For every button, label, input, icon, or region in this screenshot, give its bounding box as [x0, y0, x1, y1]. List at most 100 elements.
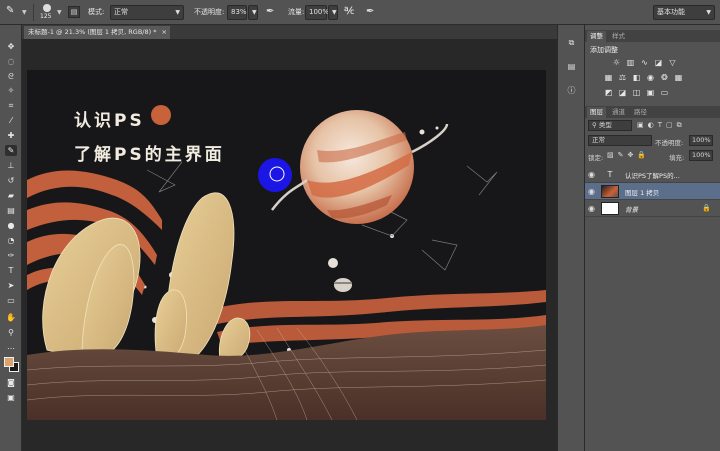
black-white-icon[interactable]: ◧ [632, 73, 641, 82]
layer-filter-value: 类型 [598, 121, 612, 129]
hand-tool-icon[interactable]: ✋ [5, 312, 17, 323]
eyedropper-tool-icon[interactable]: ⁄ [5, 115, 17, 126]
layer-opacity-input[interactable]: 100% [689, 135, 713, 146]
airbrush-icon[interactable]: ℀ [344, 6, 354, 17]
chevron-down-icon: ▼ [175, 9, 180, 16]
close-icon[interactable]: × [162, 26, 167, 39]
gradient-tool-icon[interactable]: ▤ [5, 205, 17, 216]
flow-value: 100% [309, 8, 330, 16]
brush-tool-active-icon[interactable]: ✎ [5, 145, 17, 156]
tab-paths[interactable]: 路径 [631, 107, 650, 118]
threshold-icon[interactable]: ◫ [632, 88, 641, 97]
marquee-tool-icon[interactable]: ◌ [5, 56, 17, 67]
opacity-input[interactable]: 83% [227, 5, 247, 20]
levels-icon[interactable]: ▥ [626, 58, 635, 67]
right-panels: 调整 样式 添加调整 ☼ ▥ ∿ ◪ ▽ ▦ ⚖ ◧ ◉ ❂ ▦ ◩ ◪ ◫ ▣… [584, 25, 720, 451]
workspace-switcher[interactable]: 基本功能 ▼ [653, 5, 715, 20]
edit-toolbar-icon[interactable]: … [5, 341, 17, 352]
brush-tool-icon[interactable]: ✎ [6, 5, 20, 19]
tab-layers[interactable]: 图层 [587, 107, 606, 118]
flow-input[interactable]: 100% [305, 5, 330, 20]
mode-select[interactable]: 正常 ▼ [110, 5, 184, 20]
tab-channels[interactable]: 通道 [609, 107, 628, 118]
flow-label: 流量: [288, 8, 305, 16]
curves-icon[interactable]: ∿ [640, 58, 649, 67]
exposure-icon[interactable]: ◪ [654, 58, 663, 67]
history-panel-icon[interactable]: ⧉ [565, 37, 578, 49]
lasso-tool-icon[interactable]: ᘓ [5, 71, 17, 82]
move-tool-icon[interactable]: ✥ [5, 41, 17, 52]
info-panel-icon[interactable]: ⓘ [565, 85, 578, 97]
opacity-dropdown-button[interactable]: ▼ [248, 5, 258, 20]
layer-name: 背景 [625, 206, 638, 214]
opacity-label: 不透明度: [194, 8, 225, 16]
brightness-icon[interactable]: ☼ [612, 58, 621, 67]
layer-row-selected[interactable]: ◉ 图层 1 拷贝 [585, 183, 720, 200]
layer-row[interactable]: ◉ T 认识PS了解PS的... [585, 166, 720, 183]
layer-row[interactable]: ◉ 背景 🔒 [585, 200, 720, 217]
vibrance-icon[interactable]: ▽ [668, 58, 677, 67]
eye-icon[interactable]: ◉ [588, 170, 597, 179]
healing-brush-tool-icon[interactable]: ✚ [5, 130, 17, 141]
posterize-icon[interactable]: ◪ [618, 88, 627, 97]
mode-label: 模式: [88, 8, 105, 16]
brush-preset-dropdown-icon[interactable]: ▼ [57, 9, 62, 16]
gradient-map-icon[interactable]: ▭ [660, 88, 669, 97]
shape-tool-icon[interactable]: ▭ [5, 295, 17, 306]
canvas-heading-line1: 认识PS [74, 111, 145, 131]
eye-icon[interactable]: ◉ [588, 204, 597, 213]
screen-mode-icon[interactable]: ▣ [5, 392, 17, 403]
foreground-color-swatch[interactable] [4, 357, 14, 367]
document-tab[interactable]: 未标题-1 @ 21.3% (图层 1 拷贝, RGB/8) * × [24, 26, 170, 39]
workspace-value: 基本功能 [657, 8, 685, 16]
tool-preset-dropdown-icon[interactable]: ▼ [22, 9, 27, 16]
layer-opacity-value: 100% [692, 136, 711, 144]
quick-select-tool-icon[interactable]: ✧ [5, 85, 17, 96]
eraser-tool-icon[interactable]: ▰ [5, 190, 17, 201]
pressure-size-icon[interactable]: ✒ [366, 6, 374, 17]
path-select-tool-icon[interactable]: ➤ [5, 280, 17, 291]
pressure-opacity-icon[interactable]: ✒ [266, 6, 274, 17]
opacity-value: 83% [231, 8, 247, 16]
lock-icons[interactable]: ▨✎✥🔒 [607, 151, 650, 159]
type-tool-icon[interactable]: T [5, 265, 17, 276]
history-brush-tool-icon[interactable]: ↺ [5, 175, 17, 186]
document-tab-bar: 未标题-1 @ 21.3% (图层 1 拷贝, RGB/8) * × [22, 25, 557, 39]
tab-styles[interactable]: 样式 [609, 31, 628, 42]
document-canvas[interactable]: 认识PS 了解PS的主界面 [27, 70, 546, 420]
layer-thumbnail [601, 202, 619, 215]
photo-filter-icon[interactable]: ◉ [646, 73, 655, 82]
clone-stamp-tool-icon[interactable]: ⊥ [5, 160, 17, 171]
lock-label: 锁定: [588, 154, 604, 162]
pen-tool-icon[interactable]: ✑ [5, 250, 17, 261]
toggle-brush-panel-icon[interactable]: ▤ [68, 6, 80, 18]
document-tab-title: 未标题-1 @ 21.3% (图层 1 拷贝, RGB/8) * [28, 28, 157, 36]
brush-preset-picker[interactable]: 125 [38, 4, 56, 22]
properties-panel-icon[interactable]: ▤ [565, 61, 578, 73]
hue-saturation-icon[interactable]: ▦ [604, 73, 613, 82]
layer-opacity-label: 不透明度: [655, 139, 684, 147]
collapsed-panel-dock: ⧉ ▤ ⓘ [557, 25, 584, 451]
blur-tool-icon[interactable]: ● [5, 220, 17, 231]
blend-mode-select[interactable]: 正常 [588, 135, 652, 146]
add-adjustment-label: 添加调整 [590, 46, 618, 54]
channel-mixer-icon[interactable]: ❂ [660, 73, 669, 82]
fill-input[interactable]: 100% [689, 150, 713, 161]
brush-size-value: 125 [40, 13, 52, 20]
fill-label: 填充: [669, 154, 685, 162]
brush-cursor [258, 158, 292, 192]
color-balance-icon[interactable]: ⚖ [618, 73, 627, 82]
quick-mask-icon[interactable]: ◙ [5, 377, 17, 388]
mode-select-value: 正常 [114, 8, 128, 16]
selective-color-icon[interactable]: ▣ [646, 88, 655, 97]
invert-icon[interactable]: ◩ [604, 88, 613, 97]
zoom-tool-icon[interactable]: ⚲ [5, 327, 17, 338]
layer-filter-select[interactable]: ⚲ 类型 [588, 120, 632, 131]
layer-name: 图层 1 拷贝 [625, 189, 660, 197]
tab-adjustments[interactable]: 调整 [587, 31, 606, 42]
dodge-tool-icon[interactable]: ◔ [5, 235, 17, 246]
crop-tool-icon[interactable]: ⌗ [5, 100, 17, 111]
flow-dropdown-button[interactable]: ▼ [328, 5, 338, 20]
eye-icon[interactable]: ◉ [588, 187, 597, 196]
color-lookup-icon[interactable]: ▦ [674, 73, 683, 82]
